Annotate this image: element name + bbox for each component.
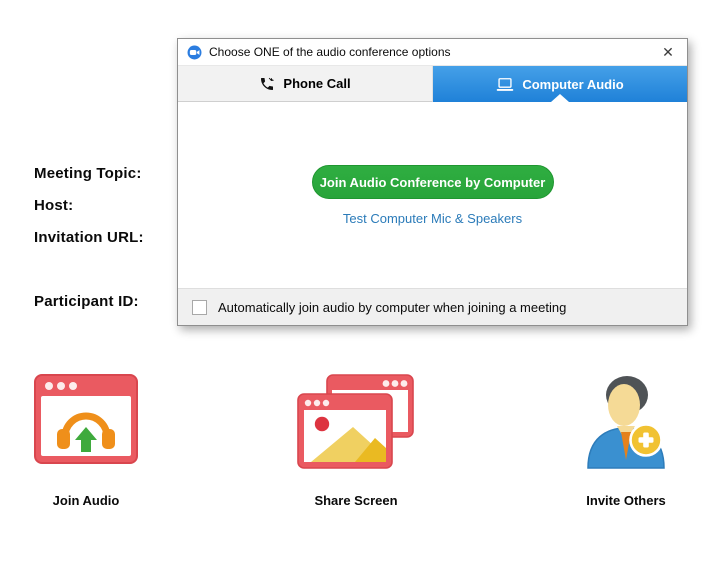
active-tab-notch xyxy=(551,94,569,102)
invite-others-label: Invite Others xyxy=(586,493,665,508)
join-audio-action[interactable]: Join Audio xyxy=(25,374,147,508)
test-mic-speakers-link[interactable]: Test Computer Mic & Speakers xyxy=(178,211,687,226)
share-screen-action[interactable]: Share Screen xyxy=(295,374,417,508)
invite-others-action[interactable]: Invite Others xyxy=(565,374,687,508)
tab-computer-audio[interactable]: Computer Audio xyxy=(433,66,687,102)
phone-icon xyxy=(259,76,275,92)
participant-id-label: Participant ID: xyxy=(34,293,139,310)
join-audio-label: Join Audio xyxy=(53,493,120,508)
zoom-logo-icon xyxy=(187,45,202,60)
tab-phone-call[interactable]: Phone Call xyxy=(178,66,433,102)
share-screen-icon xyxy=(297,374,415,468)
laptop-icon xyxy=(496,77,514,92)
tab-computer-audio-label: Computer Audio xyxy=(522,77,623,92)
share-screen-label: Share Screen xyxy=(314,493,397,508)
invite-others-icon xyxy=(582,374,670,468)
host-label: Host: xyxy=(34,197,73,214)
invitation-url-label: Invitation URL: xyxy=(34,229,144,246)
zoom-meeting-window: Meeting Topic: Host: Invitation URL: Par… xyxy=(0,0,705,567)
computer-audio-panel: Join Audio Conference by Computer Test C… xyxy=(178,102,687,290)
join-audio-icon xyxy=(34,374,138,468)
audio-conference-dialog: Choose ONE of the audio conference optio… xyxy=(177,38,688,326)
meeting-topic-label: Meeting Topic: xyxy=(34,165,142,182)
join-audio-conference-button[interactable]: Join Audio Conference by Computer xyxy=(312,165,554,199)
tab-phone-call-label: Phone Call xyxy=(283,76,350,91)
auto-join-label: Automatically join audio by computer whe… xyxy=(218,300,566,315)
dialog-title: Choose ONE of the audio conference optio… xyxy=(209,45,651,59)
dialog-titlebar: Choose ONE of the audio conference optio… xyxy=(178,39,687,65)
close-icon[interactable]: ✕ xyxy=(658,42,678,62)
auto-join-bar: Automatically join audio by computer whe… xyxy=(178,288,687,325)
audio-tabs: Phone Call Computer Audio xyxy=(178,65,687,102)
auto-join-checkbox[interactable] xyxy=(192,300,207,315)
